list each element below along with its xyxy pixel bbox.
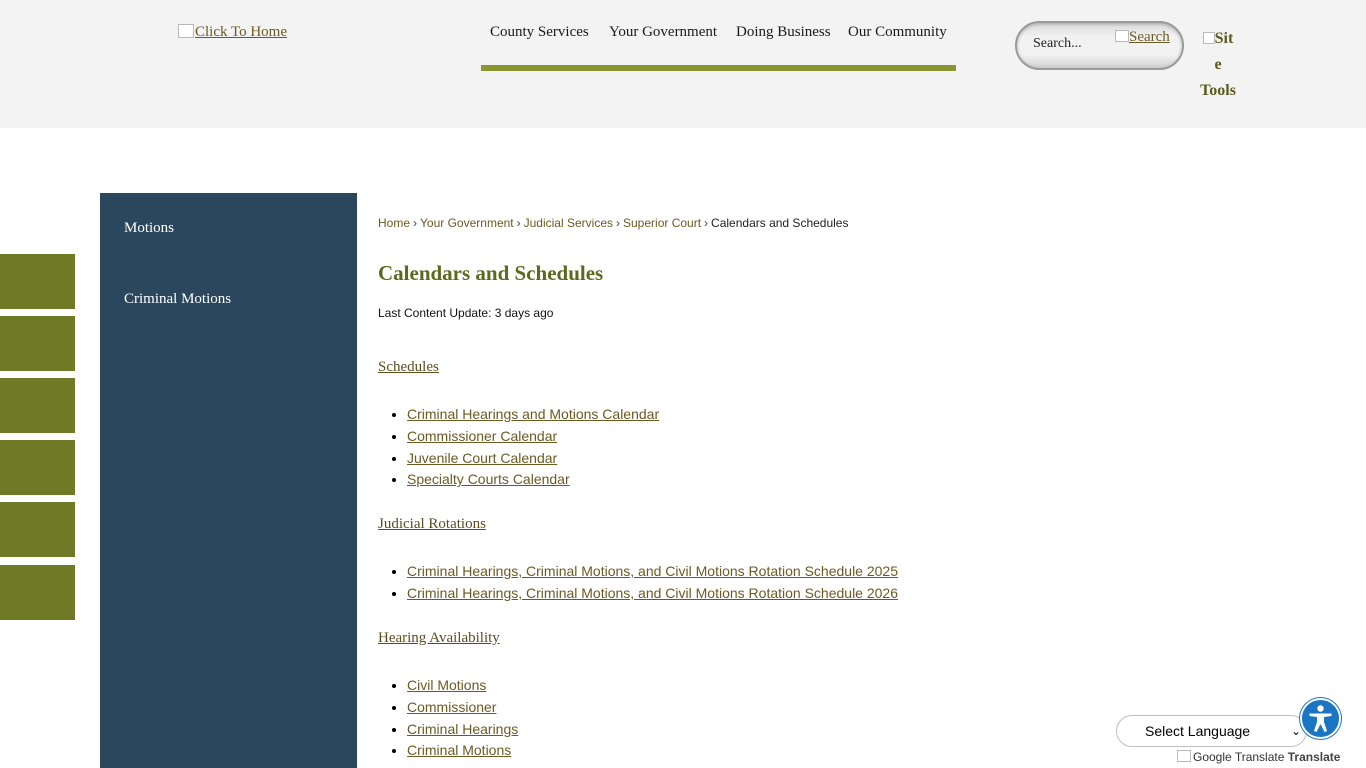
- list-item: Criminal Hearings, Criminal Motions, and…: [407, 583, 898, 605]
- site-tools-text-1: Sit: [1214, 30, 1234, 47]
- list-item: Criminal Motions: [407, 740, 518, 762]
- translate-label: Translate: [1287, 750, 1341, 764]
- breadcrumb-current: Calendars and Schedules: [711, 216, 849, 230]
- list-item: Criminal Hearings: [407, 719, 518, 741]
- section-heading-schedules[interactable]: Schedules: [378, 359, 439, 376]
- link-rotation-schedule-2025[interactable]: Criminal Hearings, Criminal Motions, and…: [407, 563, 898, 579]
- broken-image-icon: [1115, 30, 1129, 42]
- list-item: Commissioner Calendar: [407, 426, 659, 448]
- link-rotation-schedule-2026[interactable]: Criminal Hearings, Criminal Motions, and…: [407, 585, 898, 601]
- accessibility-person-icon: [1309, 705, 1332, 732]
- last-content-update: Last Content Update: 3 days ago: [378, 306, 554, 320]
- search-box: Search: [1015, 21, 1184, 70]
- logo-alt-text: Click To Home: [195, 24, 287, 40]
- google-translate-credit[interactable]: Google Translate Translate: [1177, 750, 1340, 764]
- link-juvenile-court-calendar[interactable]: Juvenile Court Calendar: [407, 450, 557, 466]
- nav-our-community[interactable]: Our Community: [848, 24, 947, 41]
- breadcrumb-your-government[interactable]: Your Government: [420, 216, 514, 230]
- list-item: Specialty Courts Calendar: [407, 469, 659, 491]
- link-criminal-hearings[interactable]: Criminal Hearings: [407, 721, 518, 737]
- breadcrumb-home[interactable]: Home: [378, 216, 410, 230]
- breadcrumb: Home › Your Government › Judicial Services › S…: [378, 216, 849, 230]
- schedules-list: Criminal Hearings and Motions Calendar C…: [378, 404, 659, 491]
- breadcrumb-judicial-services[interactable]: Judicial Services: [524, 216, 613, 230]
- section-heading-judicial-rotations[interactable]: Judicial Rotations: [378, 516, 486, 533]
- nav-accent-bar: [481, 65, 956, 71]
- link-specialty-courts-calendar[interactable]: Specialty Courts Calendar: [407, 471, 570, 487]
- search-input[interactable]: [1033, 36, 1123, 52]
- language-select[interactable]: Select Language: [1116, 715, 1307, 747]
- side-tab-5[interactable]: [0, 502, 75, 557]
- side-tab-2[interactable]: [0, 316, 75, 371]
- side-tab-1[interactable]: [0, 254, 75, 309]
- search-button-alt: Search: [1129, 29, 1170, 45]
- nav-doing-business[interactable]: Doing Business: [736, 24, 831, 41]
- side-tab-3[interactable]: [0, 378, 75, 433]
- site-header: Click To Home County Services Your Gover…: [0, 0, 1366, 128]
- site-tools-text-2: e: [1214, 56, 1222, 73]
- breadcrumb-superior-court[interactable]: Superior Court: [623, 216, 701, 230]
- link-commissioner-calendar[interactable]: Commissioner Calendar: [407, 428, 557, 444]
- list-item: Juvenile Court Calendar: [407, 448, 659, 470]
- broken-image-icon: [1177, 750, 1191, 762]
- link-criminal-hearings-motions-calendar[interactable]: Criminal Hearings and Motions Calendar: [407, 406, 659, 422]
- side-tab-6[interactable]: [0, 565, 75, 620]
- search-button[interactable]: Search: [1115, 29, 1170, 46]
- list-item: Commissioner: [407, 697, 518, 719]
- nav-your-government[interactable]: Your Government: [609, 24, 717, 41]
- site-tools-text-3: Tools: [1200, 82, 1236, 99]
- list-item: Civil Motions: [407, 675, 518, 697]
- broken-image-icon: [1202, 32, 1215, 44]
- link-criminal-motions[interactable]: Criminal Motions: [407, 742, 511, 758]
- google-translate-alt: Google Translate: [1193, 750, 1285, 764]
- broken-image-icon: [178, 24, 194, 38]
- rotations-list: Criminal Hearings, Criminal Motions, and…: [378, 561, 898, 605]
- sidebar-item-motions[interactable]: Motions: [124, 220, 174, 237]
- link-commissioner[interactable]: Commissioner: [407, 699, 496, 715]
- hearing-availability-list: Civil Motions Commissioner Criminal Hear…: [378, 675, 518, 762]
- list-item: Criminal Hearings, Criminal Motions, and…: [407, 561, 898, 583]
- page-title: Calendars and Schedules: [378, 261, 604, 285]
- accessibility-button[interactable]: [1300, 698, 1341, 739]
- sidebar: Motions Criminal Motions: [100, 193, 357, 768]
- list-item: Criminal Hearings and Motions Calendar: [407, 404, 659, 426]
- side-tab-4[interactable]: [0, 440, 75, 495]
- link-civil-motions[interactable]: Civil Motions: [407, 677, 486, 693]
- site-tools-button[interactable]: Sit e Tools: [1196, 26, 1240, 104]
- sidebar-item-criminal-motions[interactable]: Criminal Motions: [124, 291, 231, 308]
- home-logo-link[interactable]: Click To Home: [178, 24, 287, 41]
- nav-county-services[interactable]: County Services: [490, 24, 589, 41]
- section-heading-hearing-availability[interactable]: Hearing Availability: [378, 630, 500, 647]
- main-nav: County Services Your Government Doing Bu…: [481, 22, 956, 71]
